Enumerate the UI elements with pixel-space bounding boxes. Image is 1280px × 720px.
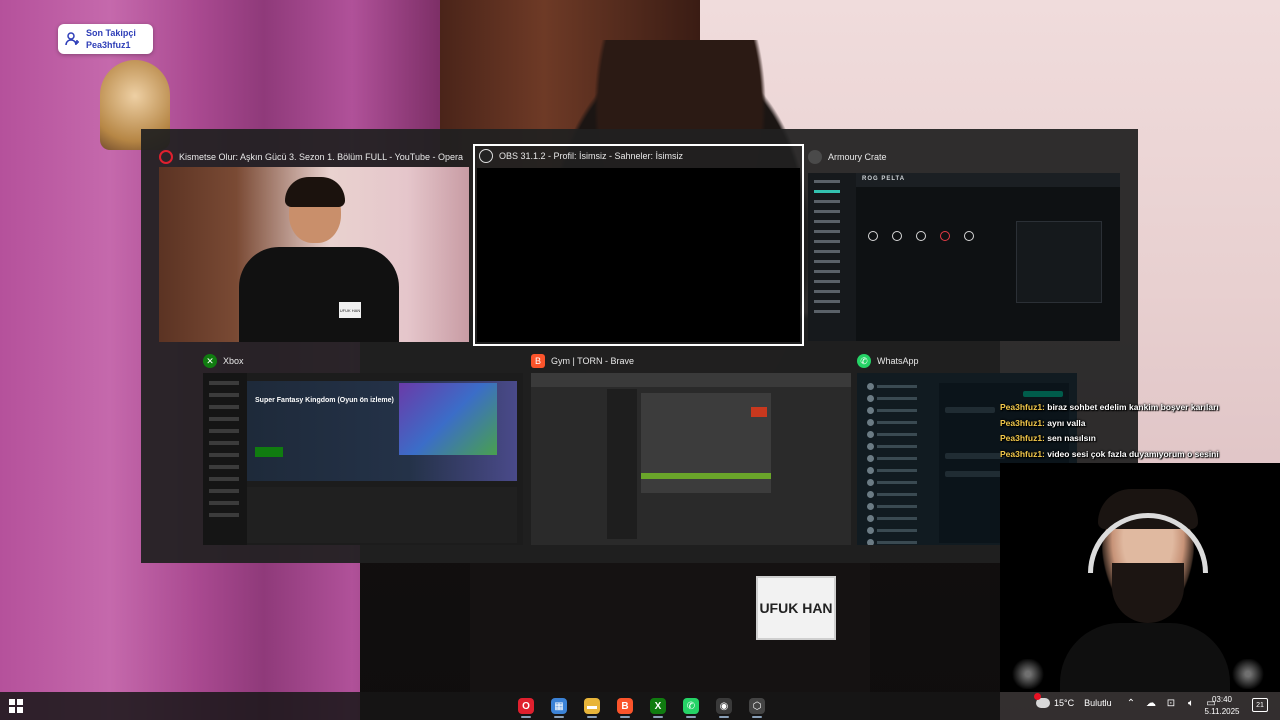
weather-temp: 15°C [1054,698,1075,708]
window-title: OBS 31.1.2 - Profil: İsimsiz - Sahneler:… [499,151,684,161]
window-thumbnail-youtube: UFUK HAN [159,167,469,342]
last-follower-label: Son Takipçi [86,28,136,38]
chat-username: Pea3hfuz1: [1000,402,1045,412]
armoury-crate-icon [808,150,822,164]
switcher-window-brave[interactable]: B Gym | TORN - Brave [531,351,851,545]
cloud-sync-icon[interactable]: ☁ [1144,698,1158,709]
chat-message: Pea3hfuz1: aynı valla [1000,416,1280,432]
weather-widget[interactable]: 15°C Bulutlu [1034,693,1112,708]
whatsapp-icon: ✆ [683,698,699,714]
chat-username: Pea3hfuz1: [1000,448,1045,459]
chat-text: video sesi çok fazla duyamıyorum o sesin… [1047,448,1219,459]
whatsapp-icon: ✆ [857,354,871,368]
last-follower-widget: Son Takipçi Pea3hfuz1 [58,24,153,54]
notification-count: 21 [1256,701,1264,709]
window-title: Kismetse Olur: Aşkın Gücü 3. Sezon 1. Bö… [179,152,463,162]
window-title: Armoury Crate [828,152,887,162]
opera-icon [159,150,173,164]
notification-center-button[interactable]: 21 [1252,698,1268,712]
taskbar-armoury-crate-button[interactable]: ⬡ [743,694,771,718]
window-title-bar: B Gym | TORN - Brave [531,351,851,371]
clock-date: 5.11.2025 [1204,707,1240,716]
clock[interactable]: 03:40 5.11.2025 [1200,694,1244,718]
chevron-up-icon[interactable]: ⌃ [1124,698,1138,709]
armoury-crate-icon: ⬡ [749,698,765,714]
taskbar-whatsapp-button[interactable]: ✆ [677,694,705,718]
chat-message: Pea3hfuz1: video sesi çok fazla duyamıyo… [1000,447,1280,463]
window-title-bar: ✆ WhatsApp [857,351,1077,371]
brave-icon: B [617,698,633,714]
window-thumbnail-armoury: ROG PELTA [808,173,1120,341]
taskbar-file-explorer-button[interactable]: ▬ [578,694,606,718]
taskbar-brave-button[interactable]: B [611,694,639,718]
volume-icon[interactable]: 🔈︎ [1184,698,1198,709]
taskbar-store-button[interactable]: ▦ [545,694,573,718]
armoury-brand: ROG PELTA [856,173,1120,187]
obs-icon: ◉ [716,698,732,714]
chat-text: aynı valla [1047,417,1086,428]
window-title-bar: ✕ Xbox [203,351,523,371]
clock-time: 03:40 [1211,695,1233,704]
xbox-icon: ✕ [203,354,217,368]
background-name-tag: UFUK HAN [756,576,836,640]
chat-text: biraz sohbet edelim kankim boşver karıla… [1047,402,1219,412]
add-user-icon [65,32,79,46]
start-button[interactable] [9,699,23,713]
task-switcher: Kismetse Olur: Aşkın Gücü 3. Sezon 1. Bö… [141,129,1138,563]
webcam-overlay [1000,463,1280,692]
thumbnail-person: UFUK HAN [219,177,409,342]
switcher-window-armoury-crate[interactable]: Armoury Crate ROG PELTA [808,147,1120,343]
chat-username: Pea3hfuz1: [1000,417,1045,428]
window-title: Gym | TORN - Brave [551,356,635,366]
window-title-bar: Kismetse Olur: Aşkın Gücü 3. Sezon 1. Bö… [159,147,469,167]
window-thumbnail-torn [531,373,851,545]
opera-icon: O [518,698,534,714]
taskbar-opera-button[interactable]: O [512,694,540,718]
stream-frame: UFUK HAN Son Takipçi Pea3hfuz1 Kismetse … [0,0,1280,720]
switcher-window-xbox[interactable]: ✕ Xbox Super Fantasy Kingdom (Oyun ön iz… [203,351,523,545]
brave-icon: B [531,354,545,368]
window-title-bar: OBS 31.1.2 - Profil: İsimsiz - Sahneler:… [475,146,802,166]
taskbar-apps: O ▦ ▬ B X ✆ ◉ ⬡ [512,694,771,718]
window-thumbnail-obs [477,168,800,342]
xbox-game-title: Super Fantasy Kingdom (Oyun ön izleme) [255,397,394,404]
cloud-icon [1034,693,1050,708]
switcher-window-obs[interactable]: OBS 31.1.2 - Profil: İsimsiz - Sahneler:… [473,144,804,346]
chat-username: Pea3hfuz1: [1000,433,1045,443]
chat-message: Pea3hfuz1: biraz sohbet edelim kankim bo… [1000,400,1280,416]
store-icon: ▦ [551,698,567,714]
chat-message: Pea3hfuz1: sen nasılsın [1000,431,1280,447]
network-icon[interactable]: ⊡ [1164,698,1178,709]
taskbar-xbox-button[interactable]: X [644,694,672,718]
switcher-window-opera[interactable]: Kismetse Olur: Aşkın Gücü 3. Sezon 1. Bö… [159,147,469,343]
taskbar-obs-button[interactable]: ◉ [710,694,738,718]
last-follower-user: Pea3hfuz1 [86,40,131,50]
stream-chat: Pea3hfuz1: biraz sohbet edelim kankim bo… [1000,400,1280,462]
window-title-bar: Armoury Crate [808,147,1120,167]
xbox-icon: X [650,698,666,714]
window-title: Xbox [223,356,244,366]
obs-icon [479,149,493,163]
window-title: WhatsApp [877,356,919,366]
weather-desc: Bulutlu [1084,698,1112,708]
chat-text: sen nasılsın [1047,433,1096,443]
thumbnail-name-tag: UFUK HAN [339,302,361,318]
taskbar: O ▦ ▬ B X ✆ ◉ ⬡ 15°C Bulutlu ⌃ ☁ ⊡ 🔈︎ ▭ 03:40 5… [0,692,1280,720]
window-thumbnail-xbox: Super Fantasy Kingdom (Oyun ön izleme) [203,373,523,545]
file-explorer-icon: ▬ [584,698,600,714]
